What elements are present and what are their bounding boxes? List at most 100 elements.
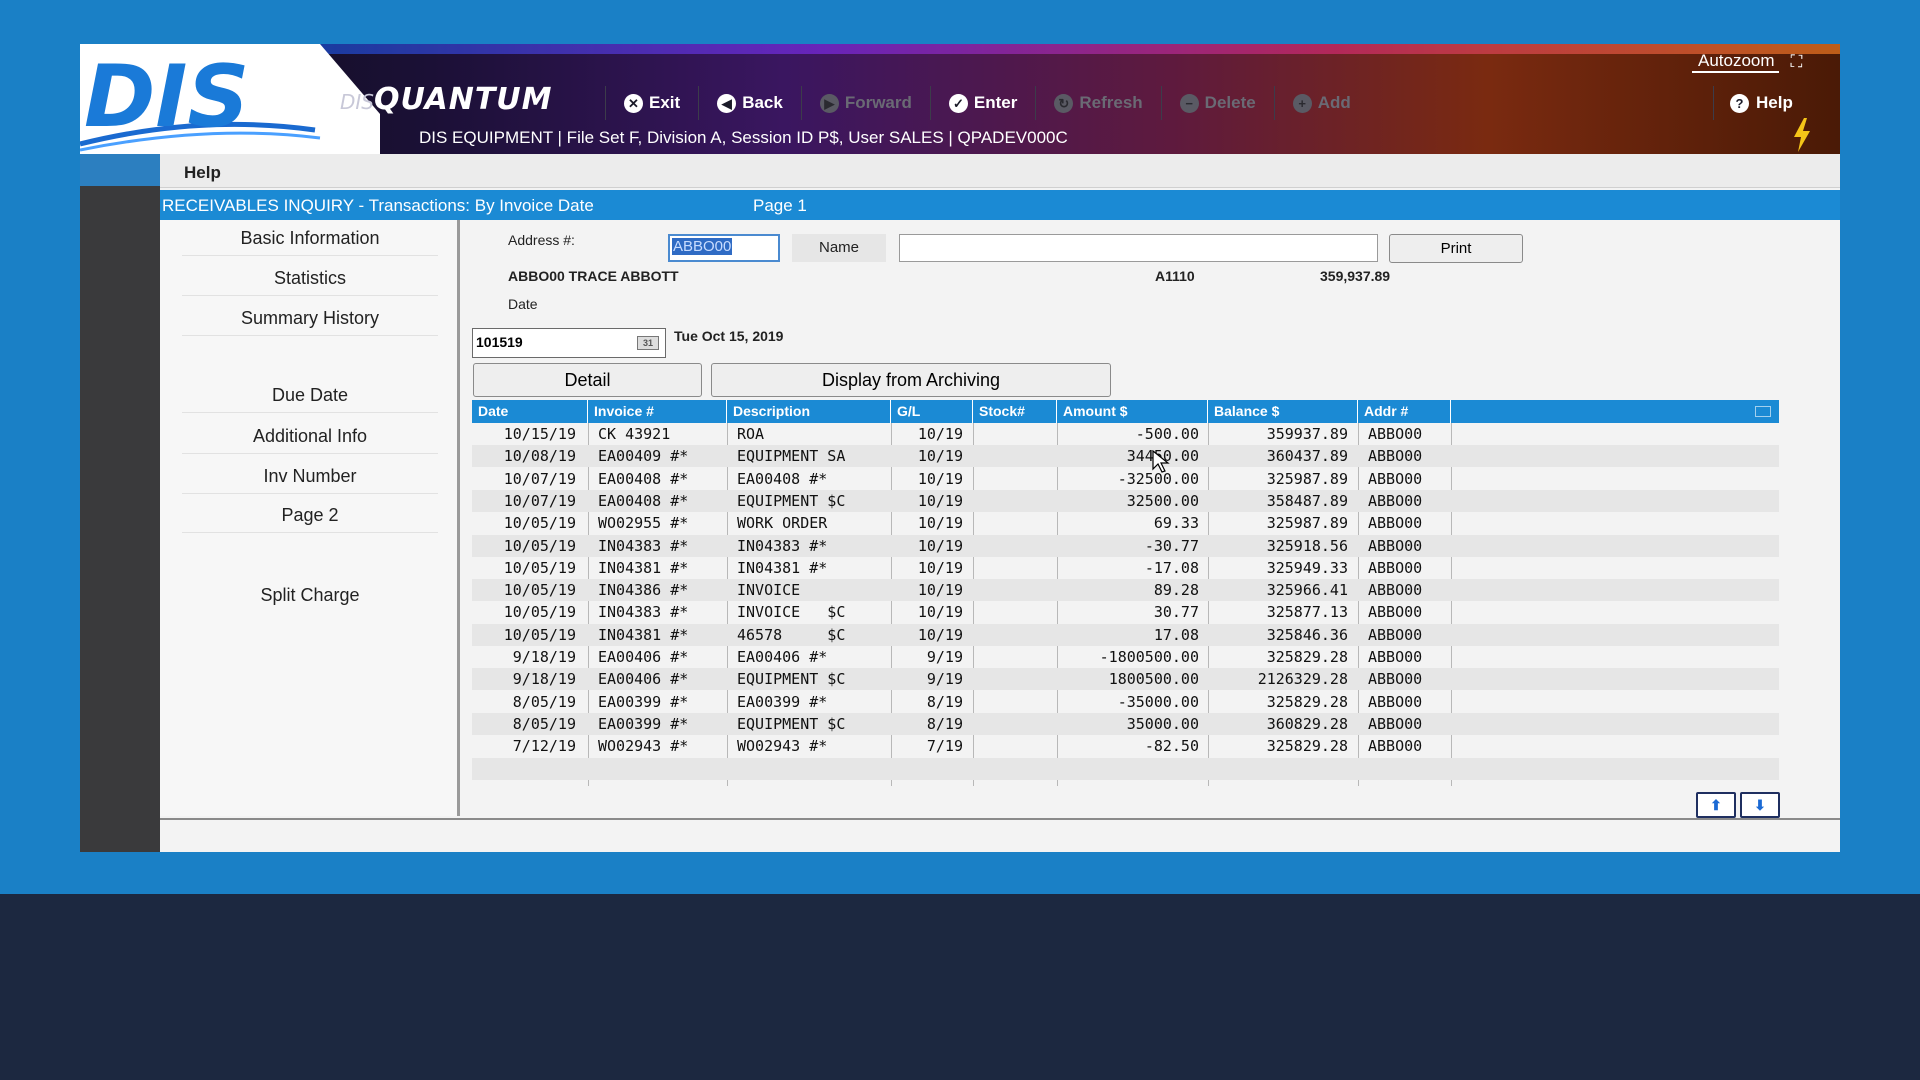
cell-addr: ABBO00 [1368,447,1423,466]
column-header-invoice[interactable]: Invoice # [588,400,727,423]
table-row[interactable]: 10/07/19 EA00408 #* EA00408 #* 10/19 -32500.… [472,468,1779,490]
cell-gl: 8/19 [926,692,963,711]
column-header-description[interactable]: Description [727,400,891,423]
cell-stock [983,646,1053,668]
cell-invoice: IN04381 #* [598,558,689,577]
column-header-balance[interactable]: Balance $ [1208,400,1358,423]
cell-invoice: EA00406 #* [598,670,689,689]
table-row[interactable]: 8/05/19 EA00399 #* EQUIPMENT $C 8/19 35000.0… [472,712,1779,735]
back-button[interactable]: ◀ Back [698,86,801,120]
date-input[interactable]: 101519 31 [472,328,666,358]
exit-button[interactable]: ✕ Exit [605,86,698,120]
cell-gl: 10/19 [917,425,963,443]
table-row[interactable]: 9/18/19 EA00406 #* EA00406 #* 9/19 -1800500.… [472,646,1779,668]
table-row[interactable]: 10/05/19 IN04381 #* 46578 $C 10/19 17.08 3258… [472,623,1779,646]
cell-stock [983,624,1053,646]
table-row[interactable]: 10/05/19 IN04383 #* IN04383 #* 10/19 -30.77 3… [472,534,1779,557]
session-info: DIS EQUIPMENT | File Set F, Division A, … [419,128,1068,147]
enter-label: Enter [973,93,1018,112]
help-menu-item[interactable]: Help [184,163,221,183]
column-header-stock[interactable]: Stock# [973,400,1057,423]
product-prefix: DIS [340,90,374,114]
cell-amount: 30.77 [1153,603,1199,622]
refresh-button[interactable]: ↻ Refresh [1035,86,1160,120]
cell-date: 10/15/19 [503,425,576,443]
cell-balance: 325829.28 [1266,692,1348,711]
cell-stock [983,512,1053,534]
sidebar-item-basic-information[interactable]: Basic Information [182,228,438,256]
cell-balance: 325949.33 [1266,558,1348,577]
address-input[interactable]: ABBO00 [668,234,780,262]
forward-label: Forward [844,93,912,112]
table-row[interactable]: 10/05/19 IN04386 #* INVOICE 10/19 89.28 32596… [472,579,1779,602]
cell-balance: 325987.89 [1266,514,1348,533]
cell-description: EA00406 #* [737,648,828,666]
address-value: ABBO00 [672,238,733,255]
cell-gl: 10/19 [917,581,963,600]
table-row[interactable] [472,757,1779,780]
table-row[interactable]: 10/08/19 EA00409 #* EQUIPMENT SA 10/19 34450… [472,445,1779,468]
grid-header: Date Invoice # Description G/L Stock# Am… [472,400,1779,423]
enter-button[interactable]: ✓ Enter [929,86,1035,120]
page-down-button[interactable]: ⬇ [1740,792,1780,818]
table-row[interactable]: 10/07/19 EA00408 #* EQUIPMENT $C 10/19 32500… [472,489,1779,512]
sidebar-item-inv-number[interactable]: Inv Number [182,466,438,494]
fullscreen-icon[interactable]: ⛶ [1791,52,1803,72]
cell-gl: 9/19 [926,648,963,666]
cell-balance: 325987.89 [1266,469,1348,488]
cell-invoice: IN04383 #* [598,603,689,622]
cell-amount: 89.28 [1153,581,1199,600]
table-row[interactable]: 10/05/19 IN04383 #* INVOICE $C 10/19 30.77 32… [472,601,1779,623]
column-header-date[interactable]: Date [472,400,588,423]
cell-gl: 10/19 [917,625,963,644]
cell-gl: 9/19 [926,670,963,689]
display-from-archiving-button[interactable]: Display from Archiving [711,363,1111,397]
delete-button[interactable]: − Delete [1160,86,1274,120]
calendar-icon[interactable]: 31 [637,336,659,350]
column-header-amount[interactable]: Amount $ [1057,400,1208,423]
table-row[interactable]: 10/05/19 WO02955 #* WORK ORDER 10/19 69.33 32… [472,512,1779,534]
cell-invoice: IN04386 #* [598,581,689,600]
table-row[interactable]: 8/05/19 EA00399 #* EA00399 #* 8/19 -35000.00… [472,691,1779,713]
cell-description: EA00408 #* [737,469,828,488]
cell-description: EQUIPMENT $C [737,670,846,689]
cell-amount: 32500.00 [1126,491,1199,510]
cell-description: EA00399 #* [737,692,828,711]
cell-amount: 1800500.00 [1108,670,1199,689]
table-row[interactable]: 10/15/19 CK 43921 ROA 10/19 -500.00 359937.89… [472,423,1779,445]
autozoom-label[interactable]: Autozoom [1692,51,1779,73]
table-row[interactable]: 10/05/19 IN04381 #* IN04381 #* 10/19 -17.08 3… [472,557,1779,579]
product-name: QUANTUM [374,82,553,117]
cell-date: 10/05/19 [503,514,576,533]
sidebar-item-split-charge[interactable]: Split Charge [182,585,438,612]
table-row[interactable]: 7/12/19 WO02943 #* WO02943 #* 7/19 -82.50 325… [472,735,1779,757]
sidebar-item-due-date[interactable]: Due Date [182,385,438,413]
cell-balance: 360829.28 [1266,714,1348,733]
autozoom-control[interactable]: Autozoom ⛶ [1692,50,1802,74]
page-up-button[interactable]: ⬆ [1696,792,1736,818]
detail-button[interactable]: Detail [473,363,702,397]
cell-amount: -82.50 [1144,737,1199,756]
print-button[interactable]: Print [1389,234,1523,263]
cell-gl: 10/19 [917,603,963,622]
column-header-addr[interactable]: Addr # [1358,400,1451,423]
sidebar-item-page-2[interactable]: Page 2 [182,505,438,533]
grid-menu-icon[interactable] [1755,406,1771,417]
cell-invoice: WO02943 #* [598,737,689,756]
cell-description: EQUIPMENT $C [737,714,846,733]
forward-button[interactable]: ▶ Forward [800,86,930,120]
column-header-gl[interactable]: G/L [891,400,973,423]
name-input[interactable] [899,234,1378,262]
help-button[interactable]: ? Help [1713,86,1809,120]
toolbar: ✕ Exit ◀ Back ▶ Forward ✓ Enter ↻ Refres… [605,86,1369,120]
name-button[interactable]: Name [792,234,886,262]
sidebar-item-statistics[interactable]: Statistics [182,268,438,296]
cell-description: IN04383 #* [737,536,828,555]
cell-addr: ABBO00 [1368,581,1423,600]
table-row[interactable]: 9/18/19 EA00406 #* EQUIPMENT $C 9/19 1800500… [472,668,1779,691]
sidebar-item-summary-history[interactable]: Summary History [182,308,438,336]
cell-amount: -32500.00 [1117,469,1199,488]
add-button[interactable]: + Add [1273,86,1369,120]
refresh-label: Refresh [1079,93,1143,112]
sidebar-item-additional-info[interactable]: Additional Info [182,426,438,454]
